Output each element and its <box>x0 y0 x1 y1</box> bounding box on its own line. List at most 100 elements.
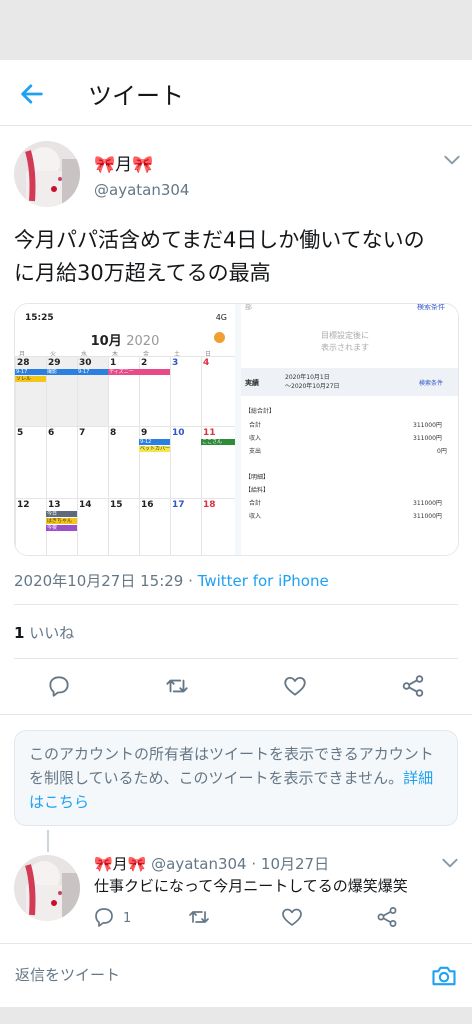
likes-label: いいね <box>24 624 75 642</box>
tweet-source-link[interactable]: Twitter for iPhone <box>198 572 329 590</box>
report-row-value: 0円 <box>437 448 447 455</box>
reply-icon[interactable] <box>92 905 116 929</box>
calendar-day: 9 <box>141 428 148 438</box>
calendar-event[interactable]: ここさん <box>201 439 235 445</box>
media-image-calendar[interactable]: 15:25 4G 10月 2020 月 火 水 木 金 土 日 28 29 30… <box>15 304 235 555</box>
calendar-event[interactable]: ソレル <box>15 376 46 382</box>
calendar-day: 3 <box>172 358 179 368</box>
reply-input[interactable]: 返信をツイート <box>15 964 120 985</box>
protected-tweet-notice: このアカウントの所有者はツイートを表示できるアカウントを制限しているため、このツ… <box>14 730 458 826</box>
retweet-icon[interactable] <box>187 905 211 929</box>
reply-icon[interactable] <box>46 673 72 699</box>
likes-count: 1 <box>14 624 25 642</box>
share-icon[interactable] <box>400 673 426 699</box>
tweet-text-line: に月給30万超えてるの最高 <box>14 261 271 285</box>
report-top-left: 部 <box>245 303 252 311</box>
reply-text: 仕事クビになって今月ニートしてるの爆笑爆笑 <box>94 877 408 895</box>
calendar-day: 30 <box>79 358 92 368</box>
reply-count: 1 <box>123 911 132 926</box>
chevron-down-icon[interactable] <box>442 150 462 170</box>
reply-handle-date: @ayatan304 · 10月27日 <box>146 855 330 873</box>
report-placeholder: 表示されます <box>321 343 369 352</box>
calendar-day: 17 <box>172 500 185 510</box>
report-row-value: 311000円 <box>413 513 442 520</box>
avatar[interactable] <box>14 141 80 207</box>
calendar-event[interactable]: 9-17 <box>77 369 108 375</box>
report-row-value: 311000円 <box>413 422 442 429</box>
retweet-icon[interactable] <box>164 673 190 699</box>
calendar-day: 13 <box>48 500 61 510</box>
report-row-label: 収入 <box>249 435 262 442</box>
thread-connector <box>47 830 49 852</box>
reply-compose-bar: 返信をツイート <box>0 943 472 1007</box>
report-actual-label: 実績 <box>245 379 259 387</box>
calendar-event[interactable]: 今夜 <box>46 525 77 531</box>
calendar-day: 12 <box>17 500 30 510</box>
divider <box>14 658 458 659</box>
calendar-event[interactable]: 9-17 <box>15 369 46 375</box>
calendar-day: 11 <box>203 428 216 438</box>
calendar-day: 2 <box>141 358 148 368</box>
system-status-bar <box>0 0 472 60</box>
calendar-day: 28 <box>17 358 30 368</box>
calendar-day: 5 <box>17 428 24 438</box>
author-handle[interactable]: @ayatan304 <box>94 181 189 199</box>
reply-author-line[interactable]: 🎀月🎀 @ayatan304 · 10月27日 <box>94 853 329 874</box>
calendar-day: 7 <box>79 428 86 438</box>
tweet-meta: 2020年10月27日 15:29 · Twitter for iPhone <box>14 570 329 591</box>
tweet-timestamp: 2020年10月27日 15:29 · <box>14 572 198 590</box>
report-section-title: 【明細】 <box>245 474 270 481</box>
report-row-value: 311000円 <box>413 435 442 442</box>
reply-display-name: 🎀月🎀 <box>94 855 147 873</box>
likes-stat[interactable]: 1 いいね <box>14 622 74 643</box>
like-icon[interactable] <box>280 905 304 929</box>
calendar-event[interactable]: ディズニー <box>108 369 170 375</box>
calendar-event[interactable]: ベットカバー <box>139 446 170 452</box>
calendar-event[interactable]: 9-12 <box>139 439 170 445</box>
report-section-title: 【給料】 <box>245 487 270 494</box>
calendar-event[interactable]: はぎちゃん <box>46 518 77 524</box>
calendar-event[interactable]: 撮影 <box>46 369 77 375</box>
calendar-event[interactable]: 今日 <box>46 511 77 517</box>
tweet-text: 今月パパ活含めてまだ4日しか働いてないの に月給30万超えてるの最高 <box>14 224 462 290</box>
report-section-title: 【総合計】 <box>245 408 276 415</box>
system-nav-bar <box>0 1007 472 1024</box>
media-image-report[interactable]: 部 検索条件 目標設定後に 表示されます 実績 2020年10月1日 ～2020… <box>241 303 458 555</box>
calendar-day: 15 <box>110 500 123 510</box>
calendar-day: 10 <box>172 428 185 438</box>
calendar-month: 10月 <box>90 334 122 349</box>
report-row-value: 311000円 <box>413 500 442 507</box>
like-icon[interactable] <box>282 673 308 699</box>
back-arrow-icon[interactable] <box>18 80 46 108</box>
camera-icon[interactable] <box>430 962 458 990</box>
page-title: ツイート <box>88 82 184 110</box>
tweet-text-line: 今月パパ活含めてまだ4日しか働いてないの <box>14 228 425 252</box>
report-period: 2020年10月1日 <box>285 374 330 381</box>
author-display-name[interactable]: 🎀月🎀 <box>94 150 153 175</box>
report-period: ～2020年10月27日 <box>285 383 340 390</box>
calendar-status-network: 4G <box>215 313 227 322</box>
tweet-media[interactable]: 15:25 4G 10月 2020 月 火 水 木 金 土 日 28 29 30… <box>14 303 459 556</box>
divider <box>0 714 472 715</box>
calendar-day: 29 <box>48 358 61 368</box>
calendar-day: 4 <box>203 358 210 368</box>
app-header: ツイート <box>0 60 472 126</box>
report-top-right: 検索条件 <box>417 303 445 311</box>
share-icon[interactable] <box>375 905 399 929</box>
avatar[interactable] <box>14 855 80 921</box>
divider <box>14 604 458 605</box>
report-row-label: 合計 <box>249 500 262 507</box>
report-placeholder: 目標設定後に <box>321 331 369 340</box>
calendar-badge-icon <box>214 332 225 343</box>
calendar-day: 16 <box>141 500 154 510</box>
chevron-down-icon[interactable] <box>440 853 460 873</box>
report-row-label: 合計 <box>249 422 262 429</box>
calendar-status-time: 15:25 <box>25 313 54 323</box>
calendar-day: 6 <box>48 428 55 438</box>
report-search-link[interactable]: 検索条件 <box>419 378 443 387</box>
report-row-label: 収入 <box>249 513 262 520</box>
notice-text: このアカウントの所有者はツイートを表示できるアカウントを制限しているため、このツ… <box>29 745 434 787</box>
calendar-year: 2020 <box>126 334 160 349</box>
calendar-month-title: 10月 2020 <box>15 330 235 349</box>
calendar-day: 14 <box>79 500 92 510</box>
